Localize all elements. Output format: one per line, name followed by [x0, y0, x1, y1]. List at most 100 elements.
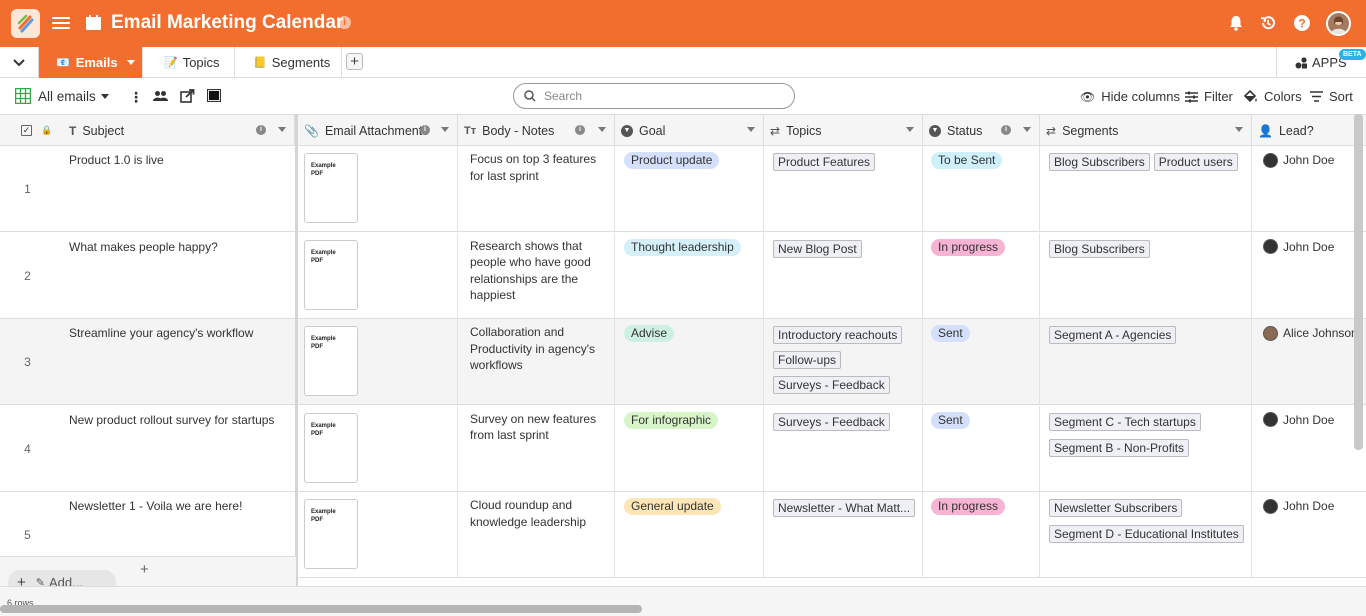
history-icon[interactable]: [1258, 13, 1278, 33]
vertical-scrollbar[interactable]: [1354, 114, 1363, 450]
more-options-icon[interactable]: ⋮: [129, 89, 143, 106]
add-table-button[interactable]: +: [346, 53, 363, 70]
lead-person[interactable]: John Doe: [1263, 239, 1360, 256]
linked-segment-tag[interactable]: Segment B - Non-Profits: [1049, 438, 1190, 457]
select-all-checkbox[interactable]: ✓: [21, 125, 32, 136]
frozen-column-divider[interactable]: [295, 114, 298, 586]
table-row[interactable]: 1 Product 1.0 is live Example PDF Focus on t…: [0, 146, 1366, 232]
attachments-cell[interactable]: Example PDF: [298, 492, 458, 578]
goal-cell[interactable]: Product update: [615, 146, 764, 232]
goal-cell[interactable]: Advise: [615, 319, 764, 405]
column-menu-caret-icon[interactable]: [747, 127, 755, 132]
table-row[interactable]: 3 Streamline your agency's workflow Exampl…: [0, 319, 1366, 405]
tab-topics[interactable]: 📝 Topics: [143, 47, 235, 78]
column-menu-caret-icon[interactable]: [1235, 127, 1243, 132]
linked-topic-tag[interactable]: New Blog Post: [773, 239, 862, 258]
topics-cell[interactable]: Introductory reachouts Follow-ups Surveys …: [764, 319, 923, 405]
segments-cell[interactable]: Segment C - Tech startups Segment B - Non…: [1040, 405, 1252, 492]
pdf-attachment-thumbnail[interactable]: Example PDF: [304, 153, 358, 223]
subject-cell[interactable]: Product 1.0 is live: [63, 146, 293, 174]
column-info-icon[interactable]: i: [420, 125, 430, 135]
topics-cell[interactable]: Newsletter - What Matt...: [764, 492, 923, 578]
column-info-icon[interactable]: i: [256, 125, 266, 135]
goal-cell[interactable]: Thought leadership: [615, 232, 764, 319]
view-selector[interactable]: All emails: [15, 88, 109, 104]
linked-topic-tag[interactable]: Product Features: [773, 153, 876, 171]
lead-person[interactable]: Alice Johnson: [1263, 325, 1360, 342]
column-header-body[interactable]: Tт Body - Notes i: [458, 115, 615, 146]
linked-topic-tag[interactable]: Follow-ups: [773, 351, 842, 369]
status-cell[interactable]: Sent: [923, 405, 1040, 492]
horizontal-scrollbar[interactable]: [0, 605, 642, 613]
lead-cell[interactable]: John Doe: [1252, 492, 1366, 578]
lead-cell[interactable]: John Doe: [1252, 233, 1366, 319]
linked-segment-tag[interactable]: Segment D - Educational Institutes: [1049, 525, 1244, 543]
app-logo-icon[interactable]: [11, 9, 40, 38]
table-row[interactable]: 2 What makes people happy? Example PDF Resea…: [0, 232, 1366, 319]
subject-cell[interactable]: Streamline your agency's workflow: [63, 319, 293, 347]
attachments-cell[interactable]: Example PDF: [298, 146, 458, 232]
linked-segment-tag[interactable]: Segment C - Tech startups: [1049, 412, 1201, 431]
column-info-icon[interactable]: i: [1001, 125, 1011, 135]
body-notes-cell[interactable]: Survey on new features from last sprint: [458, 405, 615, 492]
embed-icon[interactable]: [207, 89, 221, 102]
column-header-subject[interactable]: T Subject i: [63, 115, 295, 146]
linked-topic-tag[interactable]: Introductory reachouts: [773, 326, 903, 344]
attachments-cell[interactable]: Example PDF: [298, 232, 458, 319]
tables-dropdown-button[interactable]: [0, 47, 39, 78]
goal-cell[interactable]: For infographic: [615, 405, 764, 492]
status-cell[interactable]: In progress: [923, 232, 1040, 319]
column-header-topics[interactable]: ⇄ Topics: [764, 115, 923, 146]
subject-cell[interactable]: New product rollout survey for startups: [63, 406, 293, 434]
body-notes-cell[interactable]: Collaboration and Productivity in agency…: [458, 319, 615, 405]
linked-segment-tag[interactable]: Segment A - Agencies: [1049, 326, 1177, 344]
column-menu-caret-icon[interactable]: [278, 127, 286, 132]
segments-cell[interactable]: Newsletter Subscribers Segment D - Educat…: [1040, 492, 1252, 578]
column-info-icon[interactable]: i: [575, 125, 585, 135]
column-menu-caret-icon[interactable]: [598, 127, 606, 132]
bell-icon[interactable]: [1226, 13, 1246, 33]
attachments-cell[interactable]: Example PDF: [298, 319, 458, 405]
share-icon[interactable]: [180, 89, 195, 103]
table-row[interactable]: 4 New product rollout survey for startups…: [0, 405, 1366, 492]
attachments-cell[interactable]: Example PDF: [298, 405, 458, 492]
menu-icon[interactable]: [52, 14, 70, 32]
lead-person[interactable]: John Doe: [1263, 412, 1360, 429]
add-row-plus-icon[interactable]: +: [140, 561, 149, 578]
pdf-attachment-thumbnail[interactable]: Example PDF: [304, 239, 358, 310]
filter-button[interactable]: Filter: [1185, 89, 1233, 104]
topics-cell[interactable]: New Blog Post: [764, 232, 923, 319]
subject-cell[interactable]: Newsletter 1 - Voila we are here!: [63, 492, 293, 520]
linked-segment-tag[interactable]: Newsletter Subscribers: [1049, 499, 1183, 517]
user-avatar[interactable]: [1326, 11, 1351, 36]
sort-button[interactable]: Sort: [1310, 89, 1353, 104]
hide-columns-button[interactable]: 👁 Hide columns: [1080, 89, 1180, 104]
segments-cell[interactable]: Blog Subscribers Product users: [1040, 146, 1252, 232]
pdf-attachment-thumbnail[interactable]: Example PDF: [304, 499, 358, 569]
column-header-attachments[interactable]: 📎 Email Attachments i: [298, 115, 458, 146]
tab-emails[interactable]: 📧 Emails: [39, 47, 143, 78]
goal-cell[interactable]: General update: [615, 492, 764, 578]
colors-button[interactable]: Colors: [1244, 89, 1302, 104]
subject-cell[interactable]: What makes people happy?: [63, 233, 293, 261]
body-notes-cell[interactable]: Research shows that people who have good…: [458, 232, 615, 319]
topics-cell[interactable]: Surveys - Feedback: [764, 405, 923, 492]
column-header-goal[interactable]: ▼ Goal: [615, 115, 764, 146]
body-notes-cell[interactable]: Focus on top 3 features for last sprint: [458, 146, 615, 232]
status-cell[interactable]: To be Sent: [923, 146, 1040, 232]
help-icon[interactable]: ?: [1292, 13, 1312, 33]
body-notes-cell[interactable]: Cloud roundup and knowledge leadership: [458, 492, 615, 578]
segments-cell[interactable]: Segment A - Agencies: [1040, 319, 1252, 405]
column-header-segments[interactable]: ⇄ Segments: [1040, 115, 1252, 146]
lead-cell[interactable]: Alice Johnson: [1252, 319, 1366, 405]
column-header-status[interactable]: ▼ Status i: [923, 115, 1040, 146]
status-cell[interactable]: In progress: [923, 492, 1040, 578]
tab-menu-caret-icon[interactable]: [126, 60, 135, 65]
column-menu-caret-icon[interactable]: [906, 127, 914, 132]
linked-segment-tag[interactable]: Product users: [1153, 153, 1238, 171]
column-menu-caret-icon[interactable]: [441, 127, 449, 132]
linked-segment-tag[interactable]: Blog Subscribers: [1049, 239, 1150, 258]
linked-segment-tag[interactable]: Blog Subscribers: [1049, 153, 1150, 171]
topics-cell[interactable]: Product Features: [764, 146, 923, 232]
linked-topic-tag[interactable]: Surveys - Feedback: [773, 412, 890, 431]
